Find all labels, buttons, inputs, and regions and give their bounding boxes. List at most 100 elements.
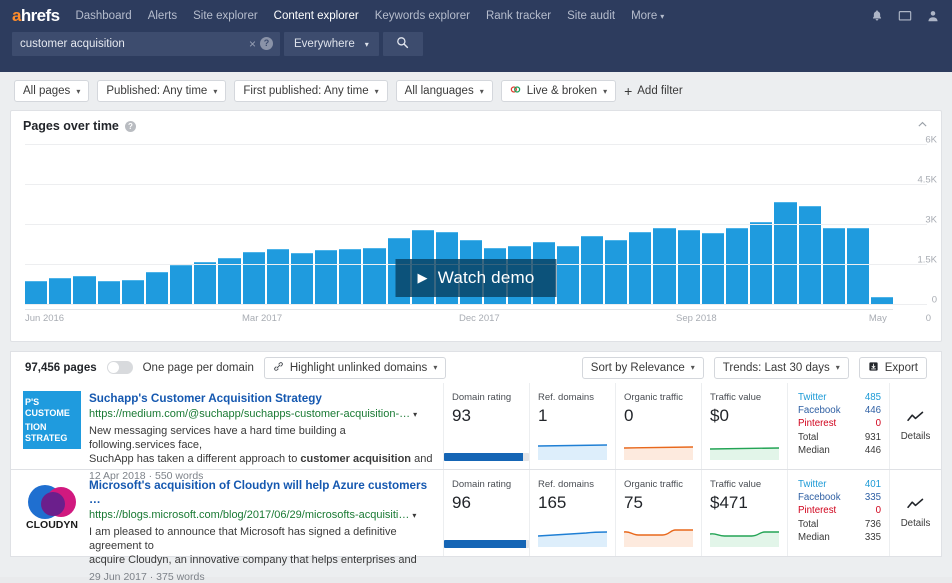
- x-axis-tick-label: May: [868, 313, 887, 324]
- metric-value: $0: [710, 406, 729, 425]
- nav-item-label: Keywords explorer: [374, 10, 470, 22]
- chart-bar[interactable]: [580, 235, 604, 305]
- chat-icon[interactable]: [898, 9, 912, 23]
- chart-bar[interactable]: [315, 250, 338, 305]
- search-controls: × ? Everywhere ▾: [12, 32, 423, 56]
- help-icon[interactable]: ?: [260, 37, 273, 50]
- chart-bar[interactable]: [266, 249, 289, 305]
- filter-all-pages[interactable]: All pages ▾: [14, 80, 90, 102]
- result-url[interactable]: https://blogs.microsoft.com/blog/2017/06…: [89, 508, 433, 523]
- filter-live-broken[interactable]: Live & broken ▾: [500, 80, 617, 102]
- trends-button[interactable]: Trends: Last 30 days ▾: [713, 356, 849, 379]
- chart-bar[interactable]: [846, 227, 870, 305]
- filter-published-any-time[interactable]: Published: Any time ▾: [97, 80, 227, 102]
- export-button[interactable]: Export: [858, 356, 927, 379]
- search-button[interactable]: [382, 32, 423, 56]
- nav-item-alerts[interactable]: Alerts: [148, 10, 177, 22]
- metric-label: Traffic value: [710, 479, 762, 490]
- result-main: Suchapp's Customer Acquisition Strategy h…: [81, 383, 443, 482]
- metric-organic-traffic: Organic traffic 75: [615, 470, 701, 556]
- social-label: Twitter: [798, 392, 827, 403]
- user-icon[interactable]: [926, 9, 940, 23]
- chevron-down-icon[interactable]: ▾: [413, 410, 417, 419]
- chart-bar[interactable]: [290, 253, 314, 305]
- chart-bar[interactable]: [170, 265, 193, 305]
- chevron-down-icon[interactable]: ▾: [412, 511, 416, 520]
- metric-organic-traffic: Organic traffic 0: [615, 383, 701, 469]
- nav-item-keywords-explorer[interactable]: Keywords explorer: [375, 10, 470, 22]
- chart-bar[interactable]: [677, 230, 700, 305]
- details-button[interactable]: Details: [889, 383, 941, 469]
- traffic-value-sparkline: [709, 434, 780, 460]
- search-scope-dropdown[interactable]: Everywhere ▾: [284, 32, 379, 56]
- result-thumbnail[interactable]: CLOUDYN: [11, 470, 81, 556]
- nav-item-rank-tracker[interactable]: Rank tracker: [486, 10, 551, 22]
- sort-button[interactable]: Sort by Relevance ▾: [581, 356, 704, 379]
- x-axis-zero-label: 0: [925, 313, 931, 324]
- social-value: 931: [864, 431, 881, 443]
- nav-item-site-audit[interactable]: Site audit: [567, 10, 615, 22]
- chart-bar[interactable]: [49, 278, 72, 305]
- result-thumbnail[interactable]: P'S CUSTOMETION STRATEGSUCHAPP: [11, 383, 81, 469]
- filter-label: Live & broken: [526, 85, 598, 97]
- chart-bar[interactable]: [25, 281, 48, 305]
- thumbnail-text-line-1: P'S CUSTOME: [25, 397, 70, 418]
- result-title[interactable]: Microsoft's acquisition of Cloudyn will …: [89, 479, 433, 507]
- nav-item-content-explorer[interactable]: Content explorer: [274, 10, 359, 22]
- chart-bar[interactable]: [97, 281, 120, 305]
- nav-item-label: More: [631, 10, 658, 22]
- chart-bar[interactable]: [605, 239, 628, 305]
- chart-gridline: [25, 144, 927, 145]
- chart-bar[interactable]: [653, 227, 676, 305]
- organic-traffic-sparkline: [623, 521, 693, 547]
- highlight-unlinked-domains-button[interactable]: Highlight unlinked domains ▾: [263, 356, 447, 379]
- result-title[interactable]: Suchapp's Customer Acquisition Strategy: [89, 392, 433, 406]
- filter-all-languages[interactable]: All languages ▾: [395, 80, 493, 102]
- chart-bar[interactable]: [822, 227, 845, 305]
- social-row-pinterest: Pinterest 0: [798, 504, 881, 517]
- chart-bar[interactable]: [701, 233, 724, 305]
- metric-label: Organic traffic: [624, 392, 683, 403]
- add-filter-button[interactable]: + Add filter: [624, 84, 683, 98]
- chart-bar[interactable]: [629, 231, 652, 305]
- x-axis-tick-label: Mar 2017: [242, 313, 283, 324]
- chart-bar[interactable]: [121, 279, 144, 305]
- chart-bar[interactable]: [725, 227, 749, 305]
- chevron-down-icon: ▾: [364, 39, 369, 49]
- social-row-twitter: Twitter 485: [798, 391, 881, 404]
- nav-item-dashboard[interactable]: Dashboard: [75, 10, 131, 22]
- chart-bar[interactable]: [242, 251, 265, 305]
- search-input[interactable]: [12, 32, 280, 56]
- filter-label: First published: Any time: [243, 85, 369, 97]
- chart-bar[interactable]: [194, 262, 217, 305]
- svg-text:CLOUDYN: CLOUDYN: [26, 519, 78, 531]
- details-button[interactable]: Details: [889, 470, 941, 556]
- one-page-per-domain-toggle[interactable]: [106, 361, 133, 374]
- nav-item-label: Content explorer: [273, 10, 359, 22]
- chart-bar[interactable]: [798, 206, 821, 305]
- social-value: 0: [875, 505, 881, 517]
- chevron-down-icon: ▾: [76, 86, 81, 96]
- chart-bar[interactable]: [145, 271, 169, 305]
- chart-bar[interactable]: [339, 249, 362, 305]
- chart-bar[interactable]: [73, 275, 96, 305]
- metric-domain-rating: Domain rating 93: [443, 383, 529, 469]
- info-icon[interactable]: ?: [124, 120, 136, 132]
- ahrefs-logo[interactable]: ahrefs: [12, 6, 60, 26]
- y-axis-tick-label: 0: [931, 294, 937, 306]
- result-url[interactable]: https://medium.com/@suchapp/suchapps-cus…: [89, 407, 433, 422]
- chart-line-icon: [907, 498, 924, 514]
- chevron-up-icon[interactable]: [916, 118, 929, 134]
- chart-bar[interactable]: [556, 246, 579, 305]
- top-navigation-bar: ahrefs Dashboard Alerts Site explorer Conte…: [0, 0, 952, 32]
- nav-item-site-explorer[interactable]: Site explorer: [193, 10, 258, 22]
- filter-first-published-any-time[interactable]: First published: Any time ▾: [234, 80, 388, 102]
- watch-demo-overlay[interactable]: ▶ Watch demo: [395, 259, 557, 297]
- nav-item-more[interactable]: More ▾: [631, 10, 664, 22]
- chart-bar[interactable]: [363, 247, 386, 305]
- chart-bar[interactable]: [774, 202, 797, 305]
- chart-bar[interactable]: [218, 258, 241, 305]
- clear-search-icon[interactable]: ×: [249, 37, 256, 51]
- metric-value: 96: [452, 493, 471, 512]
- bell-icon[interactable]: [870, 9, 884, 23]
